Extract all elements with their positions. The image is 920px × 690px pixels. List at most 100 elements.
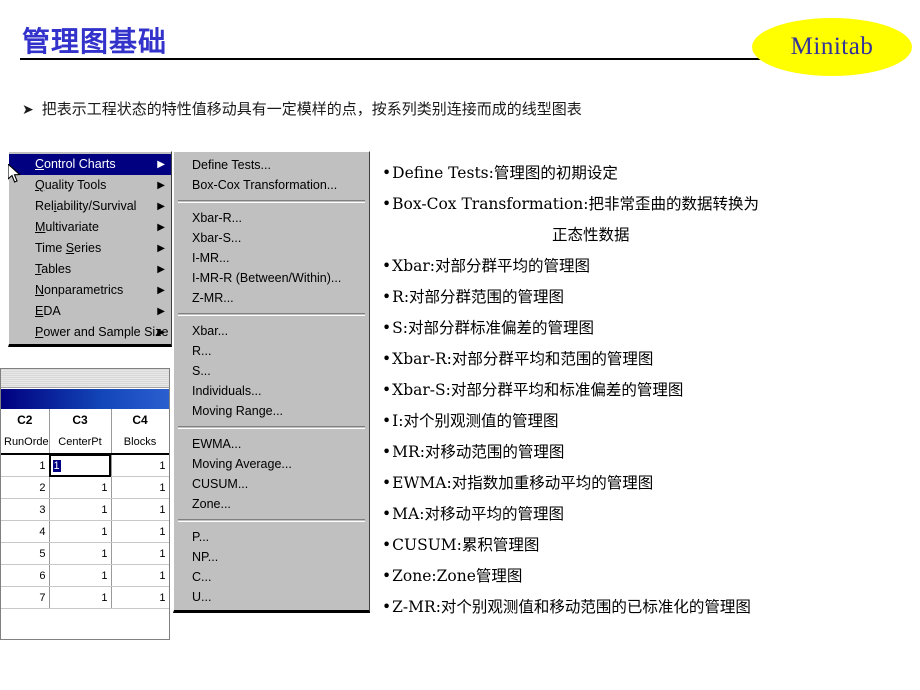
bullet-icon: • [382,443,392,461]
minitab-worksheet-window[interactable]: C2 C3 C4 RunOrder CenterPt Blocks 1 1 1 2 1 1 3 1 1 4 1 1… [0,368,170,640]
submenu-arrow-icon: ▶ [157,201,165,212]
submenu-item-u[interactable]: U... [174,587,369,607]
menu-item-control-charts[interactable]: Control Charts ▶ [9,154,171,175]
description-item: •EWMA:对指数加重移动平均的管理图 [382,468,916,499]
menu-control-charts-submenu[interactable]: Define Tests... Box-Cox Transformation...… [173,151,370,613]
description-text: Define Tests:管理图的初期设定 [392,164,618,182]
submenu-item-label: I-MR... [192,251,230,265]
description-item: •Z-MR:对个别观测值和移动范围的已标准化的管理图 [382,592,916,623]
submenu-item-xbar-r[interactable]: Xbar-R... [174,208,369,228]
description-item: •I:对个别观测值的管理图 [382,406,916,437]
menu-separator [178,426,365,429]
submenu-item-box-cox-transformation[interactable]: Box-Cox Transformation... [174,175,369,195]
menu-item-label: Tables [35,262,72,276]
submenu-item-xbar[interactable]: Xbar... [174,321,369,341]
worksheet-cell[interactable]: 1 [49,564,112,587]
worksheet-column-name[interactable]: RunOrder [1,431,50,455]
menu-item-quality-tools[interactable]: Quality Tools ▶ [9,175,171,196]
submenu-item-define-tests[interactable]: Define Tests... [174,155,369,175]
description-item: •Xbar:对部分群平均的管理图 [382,251,916,282]
worksheet-cell[interactable]: 1 [49,476,112,499]
menu-item-time-series[interactable]: Time Series ▶ [9,238,171,259]
worksheet-cell[interactable]: 1 [49,542,112,565]
bullet-icon: • [382,257,392,275]
menu-item-eda[interactable]: EDA ▶ [9,301,171,322]
worksheet-cell[interactable]: 1 [111,520,169,543]
worksheet-toolbar [1,369,169,388]
menu-item-power-and-sample-size[interactable]: Power and Sample Size ▶ [9,322,171,343]
submenu-item-cusum[interactable]: CUSUM... [174,474,369,494]
worksheet-cell[interactable]: 1 [111,454,169,477]
worksheet-cell[interactable]: 5 [1,542,50,565]
menu-item-label: Power and Sample Size [35,325,169,339]
submenu-item-moving-average[interactable]: Moving Average... [174,454,369,474]
menu-stat-dropdown[interactable]: Control Charts ▶ Quality Tools ▶ Reliability… [8,151,172,347]
worksheet-cell[interactable]: 1 [111,564,169,587]
submenu-item-label: NP... [192,550,219,564]
worksheet-cell[interactable]: 1 [111,586,169,609]
submenu-item-p[interactable]: P... [174,527,369,547]
worksheet-cell[interactable]: 7 [1,586,50,609]
submenu-item-z-mr[interactable]: Z-MR... [174,288,369,308]
worksheet-grid[interactable]: C2 C3 C4 RunOrder CenterPt Blocks 1 1 1 2 1 1 3 1 1 4 1 1… [1,409,169,609]
worksheet-cell[interactable]: 1 [1,454,50,477]
worksheet-column-id[interactable]: C3 [49,409,112,431]
worksheet-cell[interactable]: 1 [49,586,112,609]
bullet-icon: • [382,288,392,306]
menu-item-label: Control Charts [35,157,116,171]
submenu-arrow-icon: ▶ [157,264,165,275]
description-item: •CUSUM:累积管理图 [382,530,916,561]
worksheet-cell[interactable]: 1 [111,498,169,521]
worksheet-cell[interactable]: 1 [111,542,169,565]
submenu-item-np[interactable]: NP... [174,547,369,567]
submenu-item-s[interactable]: S... [174,361,369,381]
menu-item-nonparametrics[interactable]: Nonparametrics ▶ [9,280,171,301]
submenu-arrow-icon: ▶ [157,243,165,254]
minitab-logo: Minitab [752,18,912,76]
lead-bullet-text: 把表示工程状态的特性值移动具有一定模样的点，按系列类别连接而成的线型图表 [41,100,582,118]
submenu-item-label: R... [192,344,212,358]
submenu-item-i-mr[interactable]: I-MR... [174,248,369,268]
submenu-item-individuals[interactable]: Individuals... [174,381,369,401]
worksheet-column-name[interactable]: Blocks [111,431,169,455]
worksheet-column-id[interactable]: C2 [1,409,50,431]
description-item: •Xbar-R:对部分群平均和范围的管理图 [382,344,916,375]
submenu-item-label: CUSUM... [192,477,249,491]
submenu-item-xbar-s[interactable]: Xbar-S... [174,228,369,248]
bullet-icon: • [382,350,392,368]
description-text: Xbar-S:对部分群平均和标准偏差的管理图 [392,381,684,399]
menu-item-tables[interactable]: Tables ▶ [9,259,171,280]
description-item: •MA:对移动平均的管理图 [382,499,916,530]
submenu-item-c[interactable]: C... [174,567,369,587]
page-title: 管理图基础 [22,25,168,58]
bullet-icon: • [382,474,392,492]
worksheet-cell[interactable]: 1 [49,498,112,521]
menu-item-label: Reliability/Survival [35,199,137,213]
worksheet-cell[interactable]: 1 [111,476,169,499]
submenu-item-zone[interactable]: Zone... [174,494,369,514]
worksheet-cell[interactable]: 2 [1,476,50,499]
worksheet-cell[interactable]: 6 [1,564,50,587]
submenu-item-label: Xbar... [192,324,229,338]
worksheet-cell[interactable]: 1 [49,454,112,477]
worksheet-cell[interactable]: 3 [1,498,50,521]
submenu-item-r[interactable]: R... [174,341,369,361]
submenu-item-moving-range[interactable]: Moving Range... [174,401,369,421]
worksheet-row: 411 [1,520,169,543]
worksheet-cell[interactable]: 4 [1,520,50,543]
menu-separator [178,200,365,203]
worksheet-column-name[interactable]: CenterPt [49,431,112,455]
worksheet-cell[interactable]: 1 [49,520,112,543]
menu-separator [178,313,365,316]
menu-item-multivariate[interactable]: Multivariate ▶ [9,217,171,238]
menu-item-reliability-survival[interactable]: Reliability/Survival ▶ [9,196,171,217]
worksheet-column-id[interactable]: C4 [111,409,169,431]
submenu-item-label: P... [192,530,210,544]
submenu-item-i-mr-r-between-within[interactable]: I-MR-R (Between/Within)... [174,268,369,288]
submenu-item-ewma[interactable]: EWMA... [174,434,369,454]
submenu-arrow-icon: ▶ [157,306,165,317]
description-text: CUSUM:累积管理图 [392,536,540,554]
lead-bullet-line: ➤ 把表示工程状态的特性值移动具有一定模样的点，按系列类别连接而成的线型图表 [22,98,582,119]
description-text: Zone:Zone管理图 [392,567,523,585]
worksheet-titlebar[interactable] [1,388,169,409]
